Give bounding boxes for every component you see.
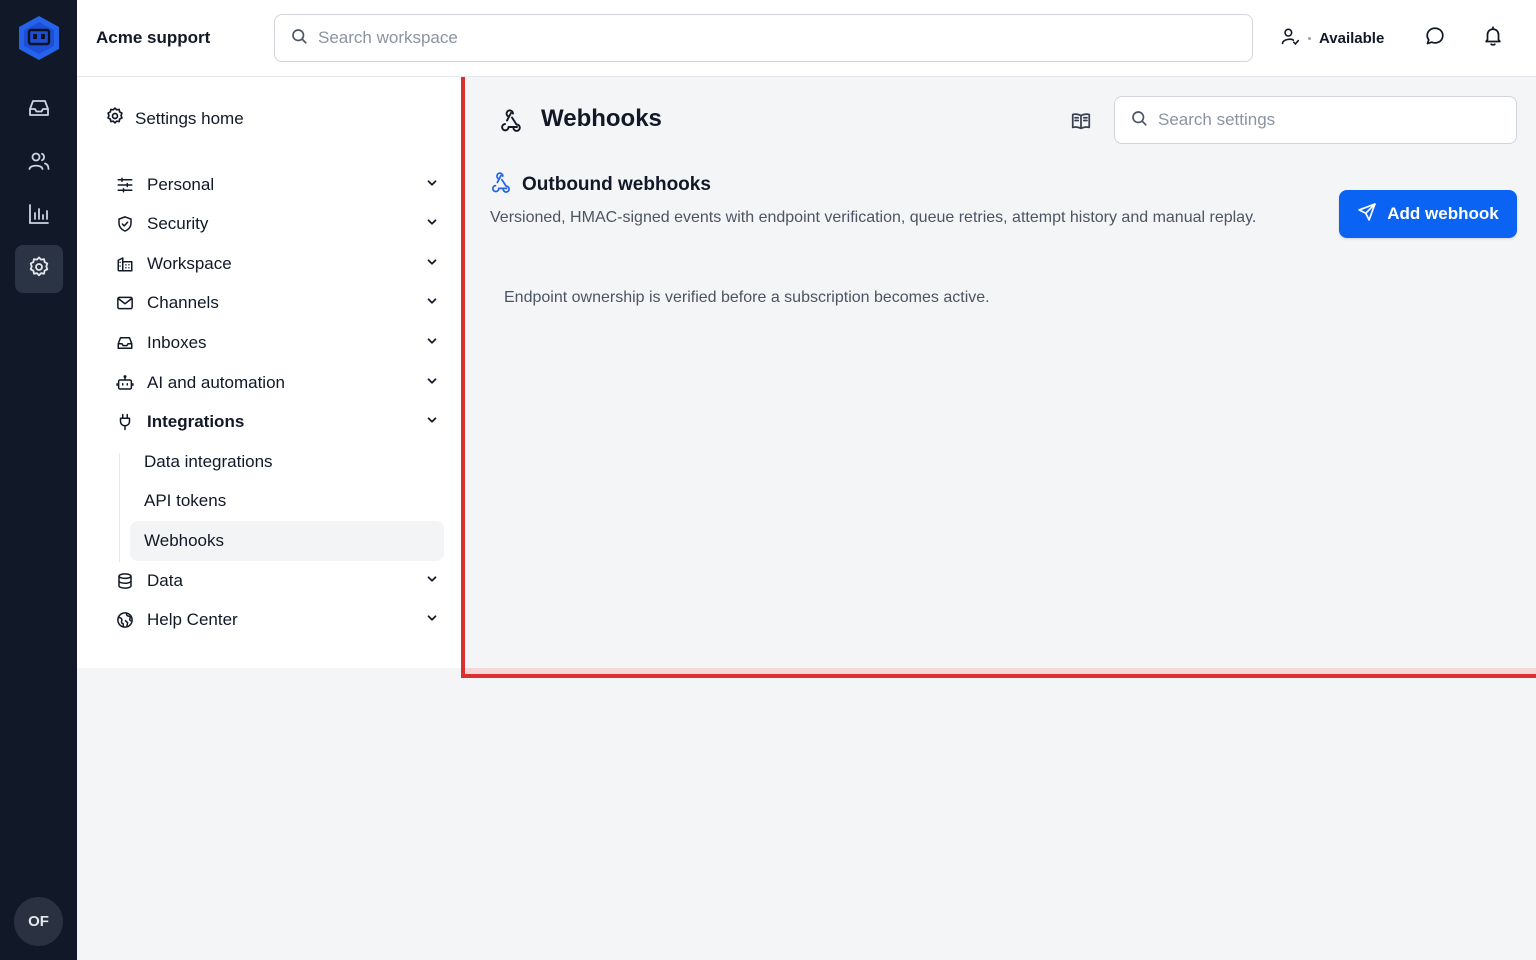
app-logo-icon[interactable] [15,14,63,62]
sidebar-subitem-api-tokens[interactable]: API tokens [130,481,444,521]
mail-icon [115,293,135,313]
user-status-icon [1280,26,1300,50]
settings-sidebar: Settings home Personal Security Workspac… [77,77,461,668]
empty-state-note: Endpoint ownership is verified before a … [504,289,990,306]
availability-status[interactable]: Available [1280,26,1384,50]
sidebar-subitem-data-integrations[interactable]: Data integrations [130,442,444,482]
settings-search-input[interactable] [1158,110,1506,130]
settings-search[interactable] [1114,96,1517,144]
sidebar-item-data[interactable]: Data [115,561,439,601]
status-label: Available [1319,29,1385,47]
contacts-icon [27,149,51,178]
rail-inbox-button[interactable] [15,86,63,134]
settings-home-label: Settings home [135,108,244,128]
add-webhook-label: Add webhook [1387,204,1499,223]
webhook-icon [490,171,512,199]
docs-book-icon[interactable] [1070,110,1092,132]
sidebar-item-ai-automation[interactable]: AI and automation [115,363,439,403]
chevron-down-icon [425,412,439,432]
rail-reports-button[interactable] [15,192,63,240]
sliders-icon [115,175,135,195]
database-icon [115,571,135,591]
panel-bottom-shade [465,668,1536,674]
top-bar: Acme support Available [77,0,1536,77]
sidebar-item-personal[interactable]: Personal [115,165,439,205]
sidebar-item-workspace[interactable]: Workspace [115,244,439,284]
chevron-down-icon [425,175,439,195]
plug-icon [115,412,135,432]
send-icon [1357,202,1377,227]
chevron-down-icon [425,373,439,393]
org-name: Acme support [96,28,211,47]
workspace-search-input[interactable] [318,28,1184,48]
chevron-down-icon [425,293,439,313]
settings-home-link[interactable]: Settings home [105,106,244,131]
search-icon [1130,109,1148,132]
webhooks-panel: Webhooks Outbound webhooks Versioned, HM… [461,77,1536,678]
gear-icon [105,106,125,131]
page-title: Webhooks [541,105,662,132]
add-webhook-button[interactable]: Add webhook [1339,190,1517,238]
section-title: Outbound webhooks [522,174,711,195]
building-icon [115,254,135,274]
section-header: Outbound webhooks [490,171,711,199]
chat-bubble-icon [1424,25,1446,52]
workspace-search[interactable] [274,14,1253,62]
settings-icon [27,255,51,284]
chevron-down-icon [425,333,439,353]
chevron-down-icon [425,214,439,234]
sidebar-item-help-center[interactable]: Help Center [115,600,439,640]
status-separator [1308,36,1311,40]
sidebar-subitem-webhooks[interactable]: Webhooks [130,521,444,561]
bell-icon [1482,25,1504,52]
webhook-icon [499,108,523,132]
search-icon [290,27,308,50]
chevron-down-icon [425,254,439,274]
app-rail: OF [0,0,77,960]
bot-icon [115,373,135,393]
rail-contacts-button[interactable] [15,139,63,187]
inbox-icon [115,333,135,353]
chevron-down-icon [425,571,439,591]
user-avatar[interactable]: OF [14,897,63,946]
shield-icon [115,214,135,234]
notifications-button[interactable] [1481,25,1505,52]
submenu-guide-line [119,453,120,562]
sidebar-item-channels[interactable]: Channels [115,283,439,323]
chevron-down-icon [425,610,439,630]
globe-icon [115,610,135,630]
reports-icon [27,202,51,231]
inbox-icon [27,96,51,125]
sidebar-item-integrations[interactable]: Integrations [115,402,439,442]
rail-settings-button[interactable] [15,245,63,293]
sidebar-item-inboxes[interactable]: Inboxes [115,323,439,363]
sidebar-item-security[interactable]: Security [115,204,439,244]
section-description: Versioned, HMAC-signed events with endpo… [490,209,1257,226]
chat-button[interactable] [1423,26,1447,50]
